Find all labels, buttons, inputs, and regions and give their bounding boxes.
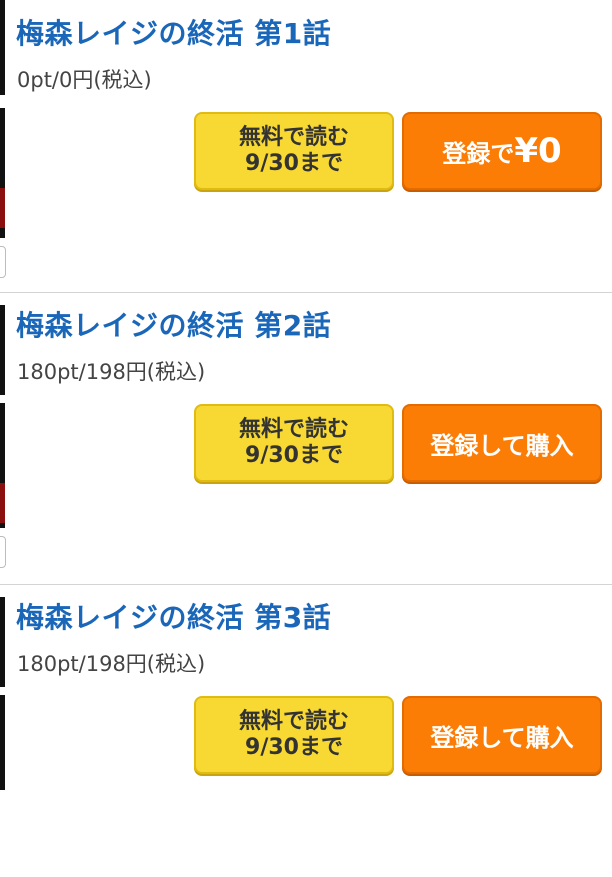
read-free-button[interactable]: 無料で読む 9/30まで — [194, 112, 394, 190]
episode-price: 0pt/0円(税込) — [17, 68, 152, 92]
register-purchase-button[interactable]: 登録して購入 — [402, 696, 602, 774]
episode-thumbnail[interactable] — [0, 695, 5, 790]
episode-thumbnail[interactable] — [0, 108, 5, 238]
episode-thumbnail[interactable] — [0, 305, 5, 395]
episode-thumbnail[interactable] — [0, 597, 5, 687]
episode-price: 180pt/198円(税込) — [17, 360, 206, 384]
register-free-button[interactable]: 登録で ¥0 — [402, 112, 602, 190]
read-free-label: 無料で読む — [238, 417, 349, 442]
read-free-button[interactable]: 無料で読む 9/30まで — [194, 404, 394, 482]
episode-price: 180pt/198円(税込) — [17, 652, 206, 676]
free-until-label: 9/30まで — [245, 151, 343, 176]
free-until-label: 9/30まで — [245, 735, 343, 760]
thumbnail-badge — [0, 246, 6, 278]
episode-thumbnail[interactable] — [0, 0, 5, 95]
thumbnail-badge — [0, 536, 6, 568]
register-purchase-label: 登録して購入 — [430, 431, 574, 460]
register-prefix-label: 登録で — [442, 139, 515, 168]
register-purchase-button[interactable]: 登録して購入 — [402, 404, 602, 482]
episode-title[interactable]: 梅森レイジの終活 第1話 — [16, 12, 331, 52]
read-free-label: 無料で読む — [238, 709, 349, 734]
episode-thumbnail[interactable] — [0, 403, 5, 528]
register-amount-label: ¥0 — [514, 131, 562, 171]
read-free-button[interactable]: 無料で読む 9/30まで — [194, 696, 394, 774]
read-free-label: 無料で読む — [238, 125, 349, 150]
episode-item-3: 梅森レイジの終活 第3話 180pt/198円(税込) 無料で読む 9/30まで… — [0, 585, 612, 877]
free-until-label: 9/30まで — [245, 443, 343, 468]
episode-item-2: 梅森レイジの終活 第2話 180pt/198円(税込) 無料で読む 9/30まで… — [0, 293, 612, 585]
episode-title[interactable]: 梅森レイジの終活 第2話 — [16, 304, 331, 344]
episode-item-1: 梅森レイジの終活 第1話 0pt/0円(税込) 無料で読む 9/30まで 登録で… — [0, 0, 612, 292]
register-purchase-label: 登録して購入 — [430, 723, 574, 752]
episode-title[interactable]: 梅森レイジの終活 第3話 — [16, 596, 331, 636]
